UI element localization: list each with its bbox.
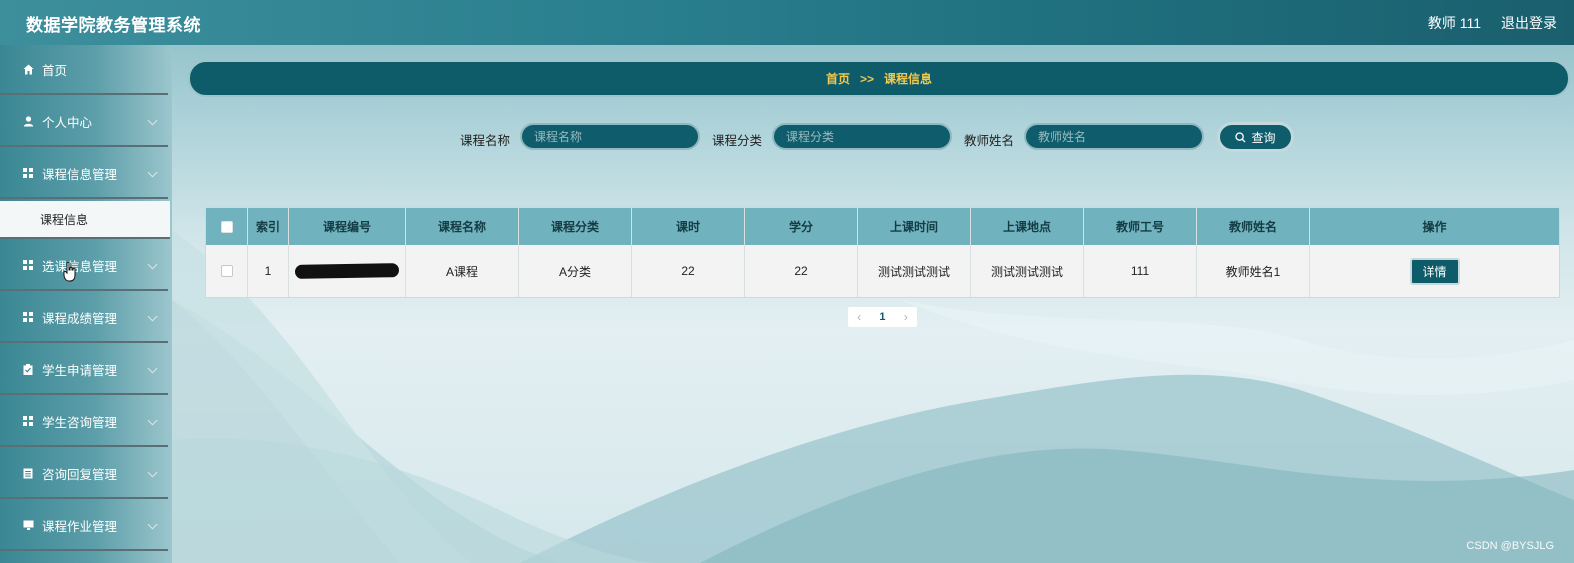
cell-hours: 22 [632, 245, 745, 297]
next-page-button[interactable]: › [904, 310, 908, 324]
breadcrumb-home[interactable]: 首页 [826, 70, 850, 87]
cell-index: 1 [248, 245, 289, 297]
sidebar-item-home[interactable]: 首页 [0, 45, 168, 95]
sidebar-subitem-course-info[interactable]: 课程信息 [0, 201, 170, 239]
sidebar-item-label: 咨询回复管理 [42, 467, 118, 482]
sidebar: 首页 个人中心 课程信息管理 课程信息 选课信息管理 课程成绩管理 学生申请管理 [0, 45, 172, 563]
monitor-icon [22, 519, 34, 531]
chevron-down-icon [147, 363, 158, 374]
col-header-actions: 操作 [1422, 220, 1447, 234]
course-name-label: 课程名称 [460, 134, 511, 148]
sidebar-item-consult-reply-mgmt[interactable]: 咨询回复管理 [0, 449, 168, 499]
sidebar-item-course-homework-mgmt[interactable]: 课程作业管理 [0, 501, 168, 551]
cell-course-category: A分类 [519, 245, 632, 297]
col-header-hours: 课时 [632, 208, 745, 245]
app-title: 数据学院教务管理系统 [26, 16, 201, 35]
teacher-name-input[interactable] [1024, 123, 1204, 150]
course-name-input[interactable] [520, 123, 700, 150]
cell-class-time: 测试测试测试 [858, 245, 971, 297]
sidebar-item-course-info-mgmt[interactable]: 课程信息管理 [0, 149, 168, 199]
breadcrumb: 首页 >> 课程信息 [188, 60, 1570, 97]
chevron-down-icon [147, 259, 158, 270]
table-row: 1 A课程 A分类 22 22 测试测试测试 测试测试测试 111 教师姓名1 … [206, 245, 1559, 297]
watermark: CSDN @BYSJLG [1466, 540, 1554, 552]
col-header-class-location: 上课地点 [971, 208, 1084, 245]
pagination: ‹ 1 › [848, 307, 917, 327]
course-category-label: 课程分类 [712, 134, 763, 148]
breadcrumb-current: 课程信息 [884, 72, 933, 86]
chevron-down-icon [147, 467, 158, 478]
top-header: 数据学院教务管理系统 教师 111 退出登录 [0, 0, 1574, 45]
prev-page-button[interactable]: ‹ [857, 310, 861, 324]
col-header-index: 索引 [248, 208, 289, 245]
page-number-current[interactable]: 1 [879, 311, 885, 323]
breadcrumb-separator: >> [859, 71, 874, 86]
header-actions: 教师 111 退出登录 [1428, 13, 1557, 33]
document-icon [22, 467, 34, 479]
select-all-checkbox[interactable] [220, 220, 233, 233]
chevron-down-icon [147, 311, 158, 322]
sidebar-item-personal-center[interactable]: 个人中心 [0, 97, 168, 147]
col-header-course-name: 课程名称 [406, 208, 519, 245]
chevron-down-icon [147, 519, 158, 530]
chevron-down-icon [147, 167, 158, 178]
grid-icon [22, 311, 34, 323]
sidebar-item-student-consult-mgmt[interactable]: 学生咨询管理 [0, 397, 168, 447]
col-header-course-code: 课程编号 [289, 208, 406, 245]
cell-credits: 22 [745, 245, 858, 297]
query-button-label: 查询 [1251, 130, 1276, 145]
col-header-teacher-name: 教师姓名 [1197, 208, 1310, 245]
cell-teacher-name: 教师姓名1 [1197, 245, 1310, 297]
user-label[interactable]: 教师 111 [1428, 13, 1481, 33]
sidebar-item-label: 课程作业管理 [42, 519, 118, 534]
sidebar-item-label: 课程信息管理 [42, 167, 118, 182]
cell-actions: 详情 [1310, 245, 1559, 297]
sidebar-item-student-application-mgmt[interactable]: 学生申请管理 [0, 345, 168, 395]
chevron-down-icon [147, 115, 158, 126]
user-icon [22, 115, 34, 127]
sidebar-item-label: 选课信息管理 [42, 259, 118, 274]
grid-icon [22, 167, 34, 179]
sidebar-item-label: 个人中心 [42, 115, 93, 130]
query-button[interactable]: 查询 [1217, 122, 1294, 152]
logout-link[interactable]: 退出登录 [1501, 13, 1557, 33]
course-table: 索引 课程编号 课程名称 课程分类 课时 学分 上课时间 上课地点 教师工号 教… [205, 207, 1560, 298]
redacted-mark [294, 263, 400, 279]
clipboard-icon [22, 363, 34, 375]
col-header-teacher-id: 教师工号 [1084, 208, 1197, 245]
teacher-name-label: 教师姓名 [964, 134, 1015, 148]
sidebar-item-label: 学生咨询管理 [42, 415, 118, 430]
home-icon [22, 63, 34, 75]
sidebar-item-course-grade-mgmt[interactable]: 课程成绩管理 [0, 293, 168, 343]
grid-icon [22, 415, 34, 427]
sidebar-item-course-selection-mgmt[interactable]: 选课信息管理 [0, 241, 168, 291]
sidebar-item-label: 学生申请管理 [42, 363, 118, 378]
search-icon [1235, 131, 1246, 142]
hand-cursor-icon [63, 262, 76, 282]
row-select-cell [206, 245, 248, 297]
sidebar-item-label: 首页 [42, 63, 68, 78]
select-all-cell [206, 208, 248, 245]
col-header-class-time: 上课时间 [858, 208, 971, 245]
grid-icon [22, 259, 34, 271]
detail-button[interactable]: 详情 [1409, 257, 1460, 285]
course-category-input[interactable] [772, 123, 952, 150]
chevron-down-icon [147, 415, 158, 426]
col-header-credits: 学分 [745, 208, 858, 245]
table-header: 索引 课程编号 课程名称 课程分类 课时 学分 上课时间 上课地点 教师工号 教… [206, 208, 1559, 245]
cell-class-location: 测试测试测试 [971, 245, 1084, 297]
sidebar-item-label: 课程成绩管理 [42, 311, 118, 326]
row-checkbox[interactable] [220, 265, 233, 277]
cell-teacher-id: 111 [1084, 245, 1197, 297]
col-header-course-category: 课程分类 [519, 208, 632, 245]
cell-course-name: A课程 [406, 245, 519, 297]
cell-course-code [289, 245, 406, 297]
